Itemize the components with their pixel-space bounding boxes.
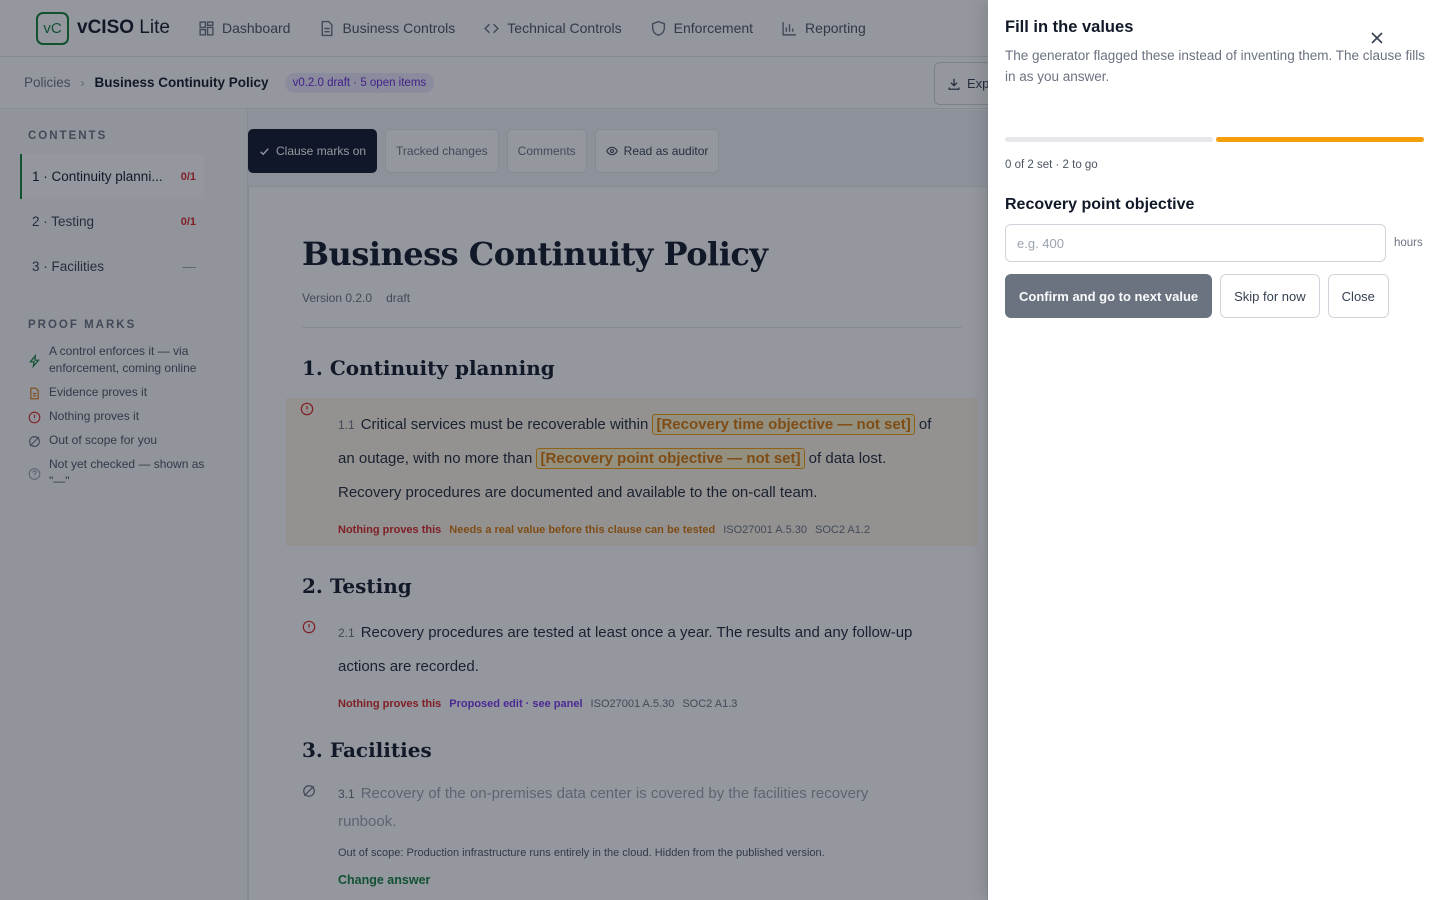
values-progress-bar xyxy=(1005,137,1424,142)
progress-segment xyxy=(1216,137,1424,142)
close-button[interactable]: Close xyxy=(1327,274,1389,318)
close-icon[interactable] xyxy=(1369,30,1385,46)
field-label: Recovery point objective xyxy=(1005,196,1195,213)
drawer-subtitle: The generator flagged these instead of i… xyxy=(1005,48,1426,84)
skip-button[interactable]: Skip for now xyxy=(1220,274,1320,318)
fill-values-drawer: Fill in the values The generator flagged… xyxy=(988,0,1440,900)
field-row: hours xyxy=(1005,224,1424,262)
field-unit: hours xyxy=(1394,237,1423,249)
progress-segment xyxy=(1005,137,1213,142)
drawer-title: Fill in the values xyxy=(1005,18,1134,36)
drawer-actions: Confirm and go to next value Skip for no… xyxy=(1005,274,1424,318)
progress-text: 0 of 2 set · 2 to go xyxy=(1005,159,1098,171)
confirm-next-button[interactable]: Confirm and go to next value xyxy=(1005,274,1213,318)
recovery-point-objective-input[interactable] xyxy=(1005,224,1386,262)
